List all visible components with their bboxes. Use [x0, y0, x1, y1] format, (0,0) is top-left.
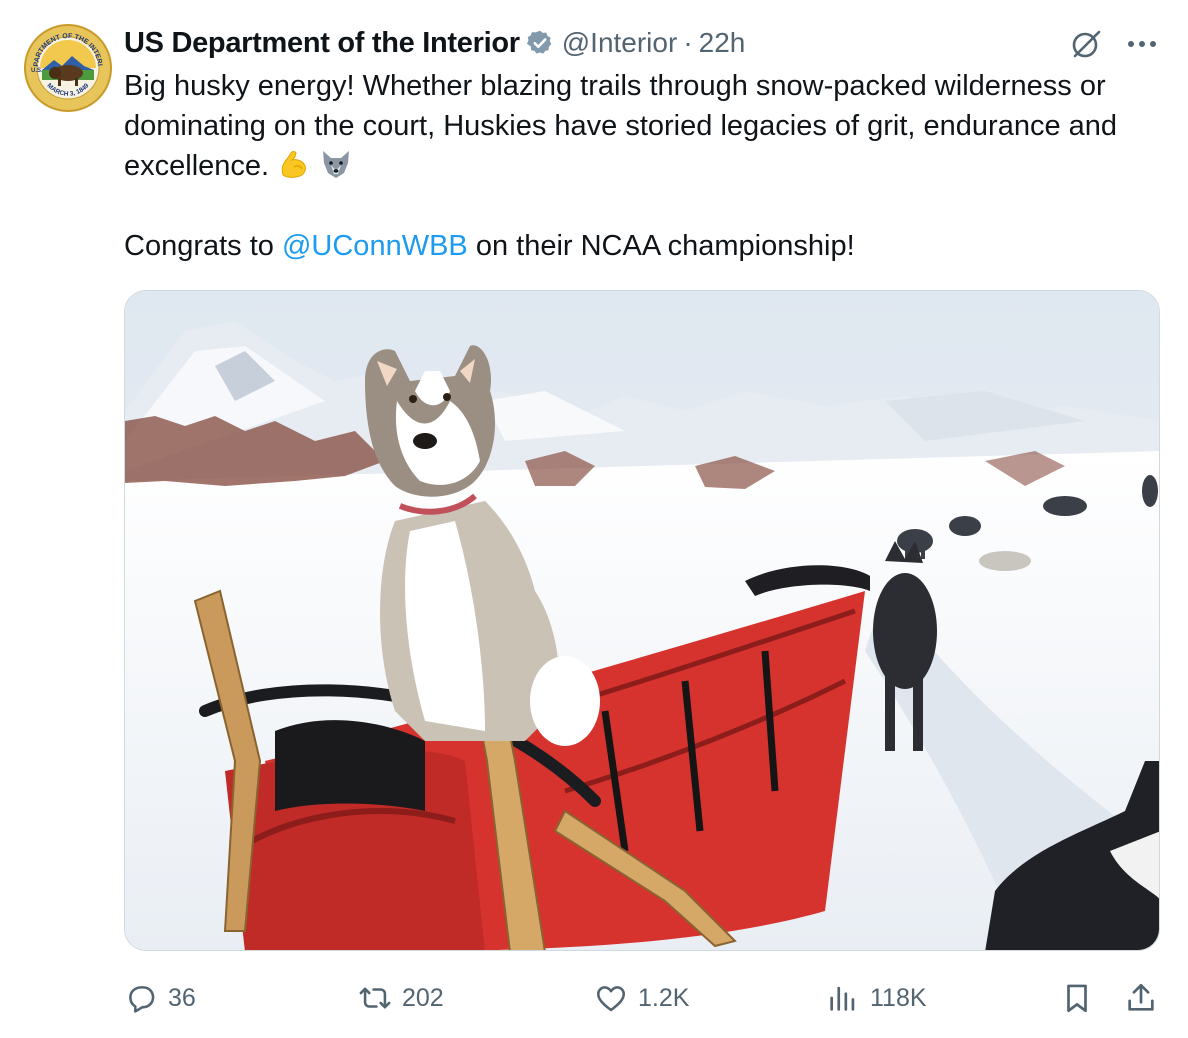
more-options-button[interactable] [1122, 26, 1162, 62]
like-button[interactable]: 1.2K [594, 976, 689, 1020]
reply-count: 36 [168, 983, 196, 1012]
mention-link[interactable]: @UConnWBB [282, 230, 468, 262]
tweet-header: US Department of the Interior @Interior … [124, 24, 745, 62]
sled-dog-photo [125, 291, 1159, 950]
share-icon [1128, 983, 1154, 1011]
bookmark-icon [1067, 984, 1087, 1013]
repost-button[interactable]: 202 [358, 976, 444, 1020]
grok-icon [1072, 30, 1101, 58]
separator-dot: · [683, 27, 693, 58]
verified-badge-icon[interactable] [526, 29, 554, 57]
tweet-action-bar: 36 202 1.2K 118K [124, 976, 1164, 1020]
congrats-suffix: on their NCAA championship! [467, 230, 855, 262]
heart-icon [596, 986, 626, 1012]
wolf-face-icon [319, 147, 353, 181]
tweet-text: Big husky energy! Whether blazing trails… [124, 66, 1174, 266]
repost-icon [359, 987, 391, 1009]
flexed-biceps-icon [277, 147, 311, 181]
more-horizontal-icon [1128, 41, 1156, 47]
like-count: 1.2K [638, 983, 690, 1012]
tweet-body: Big husky energy! Whether blazing trails… [124, 70, 1118, 182]
grok-button[interactable] [1068, 26, 1104, 62]
doi-seal-icon: DEPARTMENT OF THE INTERIOR MARCH 3, 1849… [21, 19, 112, 112]
avatar[interactable]: DEPARTMENT OF THE INTERIOR MARCH 3, 1849… [21, 19, 112, 112]
author-handle[interactable]: @Interior [562, 27, 678, 59]
tweet-photo[interactable] [124, 290, 1160, 951]
views-count: 118K [870, 983, 927, 1012]
views-chart-icon [830, 986, 855, 1011]
bookmark-button[interactable] [1060, 976, 1094, 1020]
congrats-prefix: Congrats to [124, 230, 282, 262]
author-display-name[interactable]: US Department of the Interior [124, 27, 520, 60]
reply-button[interactable]: 36 [124, 976, 196, 1020]
reply-icon [129, 986, 155, 1013]
tweet-timestamp[interactable]: 22h [699, 27, 746, 59]
share-button[interactable] [1124, 976, 1158, 1020]
repost-count: 202 [402, 983, 444, 1012]
svg-text:U.S.: U.S. [31, 68, 43, 74]
views-button[interactable]: 118K [826, 976, 927, 1020]
